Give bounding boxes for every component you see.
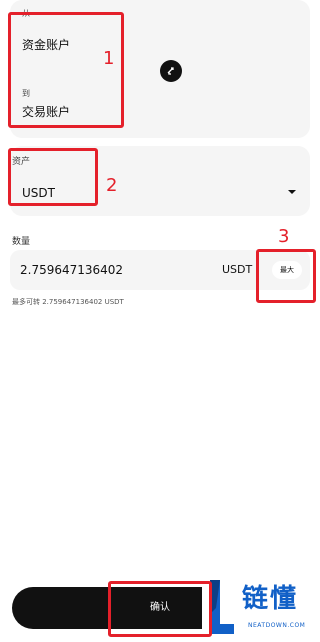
quantity-label: 数量 bbox=[12, 237, 31, 247]
watermark-subtext: NEATDOWN.COM bbox=[248, 622, 306, 629]
watermark-text: 链懂 bbox=[242, 584, 299, 614]
quantity-unit: USDT bbox=[222, 263, 253, 276]
annotation-box-2 bbox=[8, 148, 98, 206]
swap-arrows-icon bbox=[167, 67, 174, 75]
annotation-number-3: 3 bbox=[278, 226, 290, 247]
watermark: 链懂 NEATDOWN.COM bbox=[202, 572, 320, 642]
caret-down-icon bbox=[288, 190, 296, 194]
available-amount: 最多可转 2.759647136402 USDT bbox=[12, 298, 124, 306]
annotation-number-2: 2 bbox=[106, 175, 118, 196]
annotation-number-1: 1 bbox=[103, 48, 115, 69]
annotation-box-3 bbox=[256, 249, 316, 303]
annotation-box-confirm bbox=[108, 581, 212, 637]
annotation-box-1 bbox=[8, 12, 124, 128]
swap-accounts-button[interactable] bbox=[160, 60, 182, 82]
quantity-input[interactable]: 2.759647136402 bbox=[20, 250, 200, 290]
transfer-page: 从 资金账户 到 交易账户 资产 USDT 数量 2.759647136402 … bbox=[0, 0, 320, 642]
